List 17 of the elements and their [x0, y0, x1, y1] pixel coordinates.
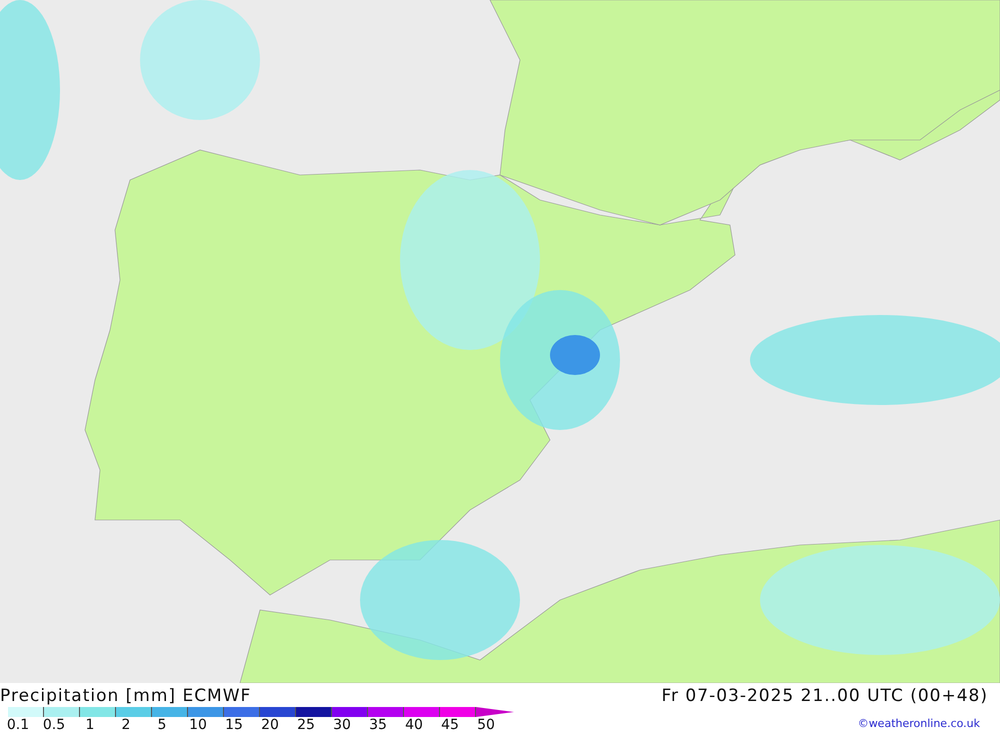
map-title: Precipitation [mm] ECMWF	[0, 686, 252, 706]
legend-label: 0.5	[42, 717, 66, 733]
valid-time: Fr 07-03-2025 21..00 UTC (00+48)	[662, 686, 988, 706]
legend-label: 10	[188, 717, 208, 733]
legend-label: 50	[476, 717, 496, 733]
legend-label: 40	[404, 717, 424, 733]
legend-label: 15	[224, 717, 244, 733]
credit-link[interactable]: ©weatheronline.co.uk	[858, 717, 980, 730]
legend-label: 35	[368, 717, 388, 733]
legend-label: 20	[260, 717, 280, 733]
legend-label: 2	[120, 717, 132, 733]
legend-label: 30	[332, 717, 352, 733]
legend-label: 5	[156, 717, 168, 733]
legend-label: 45	[440, 717, 460, 733]
legend-label: 1	[84, 717, 96, 733]
legend-label: 0.1	[6, 717, 30, 733]
legend-label: 25	[296, 717, 316, 733]
